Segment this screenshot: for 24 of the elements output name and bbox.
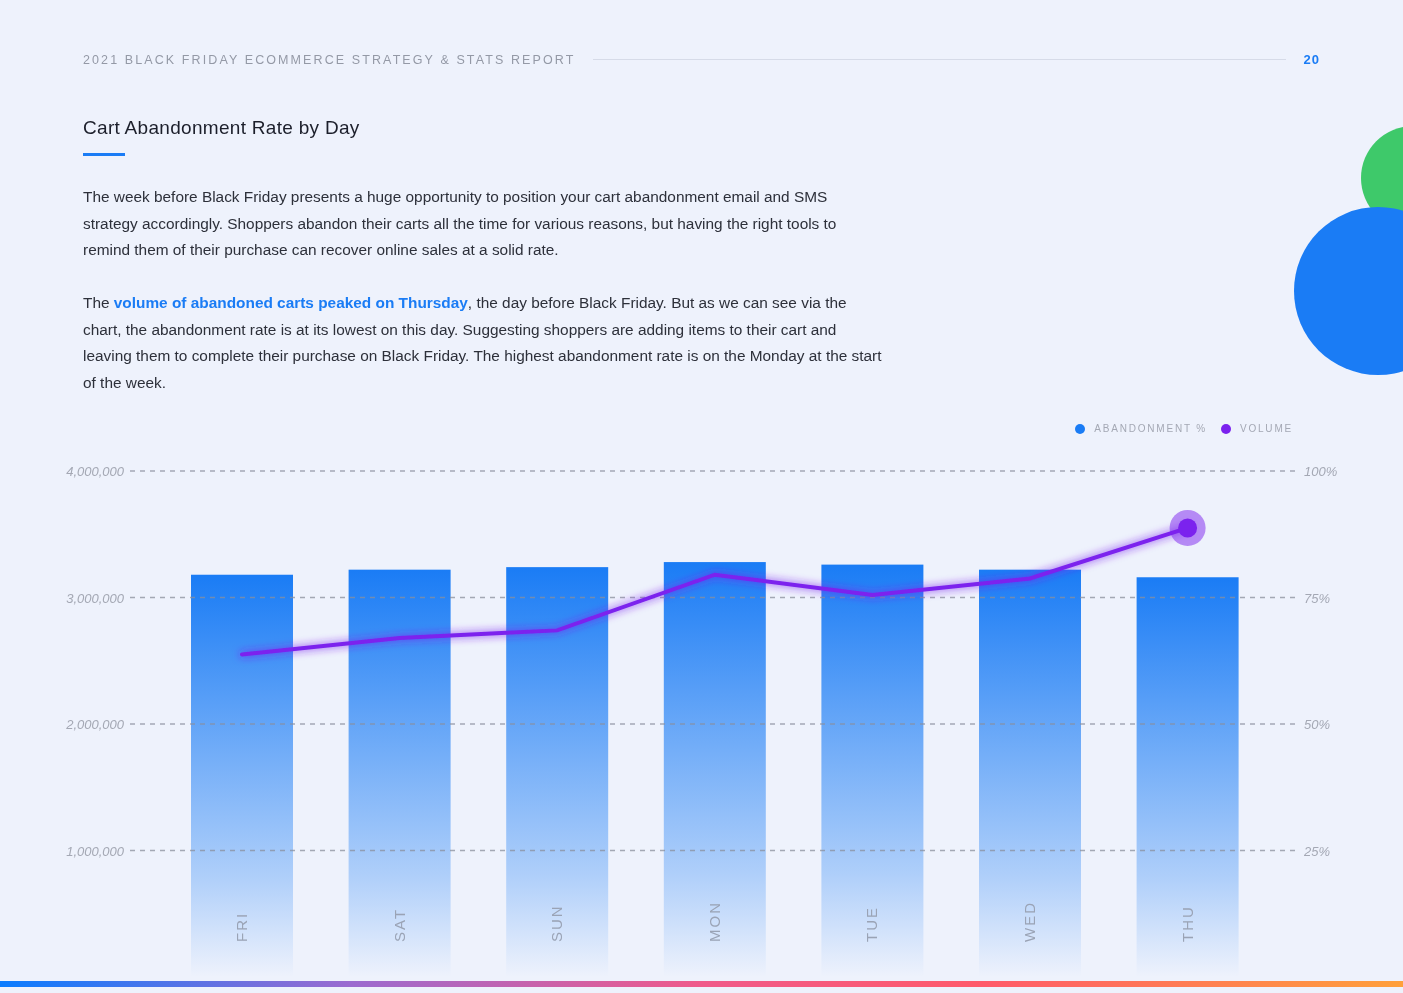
day-label: SUN	[548, 904, 566, 943]
axis-label: 1,000,000	[66, 843, 124, 859]
axis-label: 3,000,000	[66, 590, 124, 606]
axis-label: 2,000,000	[66, 717, 124, 733]
heading-underline	[83, 153, 125, 156]
page-number: 20	[1303, 52, 1320, 67]
axis-label: 100%	[1304, 464, 1338, 480]
body-paragraph: The volume of abandoned carts peaked on Thursday, the day before Black Friday. But as we can see via the chart, the abandonment rate is at its lowest on this day. Suggesting shoppers are adding items to their cart and leaving them to complete their purchase on Black Friday. The highest abandonment rate is on the Monday at the start of the week.	[83, 293, 883, 394]
day-label: THU	[1178, 905, 1196, 943]
day-label: MON	[705, 901, 723, 943]
highlight-point	[1169, 510, 1206, 547]
day-label: WED	[1021, 901, 1038, 943]
axis-label: 25%	[1304, 843, 1331, 859]
day-label: SAT	[390, 908, 408, 943]
axis-label: 50%	[1304, 717, 1331, 733]
axis-label: 75%	[1304, 590, 1331, 606]
section-heading: Cart Abandonment Rate by Day	[83, 117, 361, 139]
legend-label: ABANDONMENT %	[1094, 423, 1207, 435]
axis-label: 4,000,000	[66, 464, 124, 480]
day-label: FRI	[233, 912, 250, 943]
report-title: 2021 BLACK FRIDAY ECOMMERCE STRATEGY & STATS REPORT	[83, 52, 576, 67]
day-label: TUE	[863, 906, 881, 943]
legend-label: VOLUME	[1239, 423, 1293, 435]
body-paragraph: The week before Black Friday presents a huge opportunity to position your cart abandonment email and SMS strategy accordingly. Shoppers abandon their carts all the time for various reasons, but having the right tools to remind them of their purchase can recover online sales at a solid rate.	[83, 187, 838, 261]
